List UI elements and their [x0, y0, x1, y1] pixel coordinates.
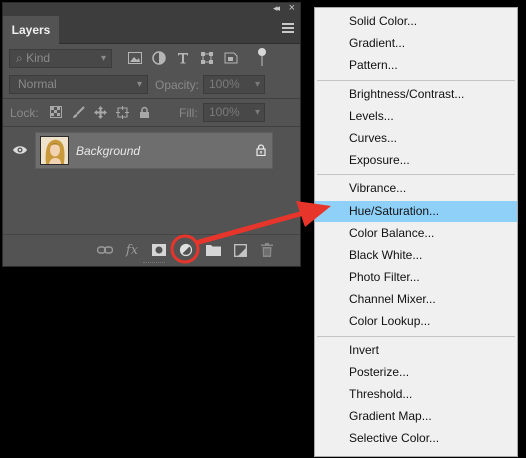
menu-item-gradient[interactable]: Gradient...: [315, 33, 517, 54]
adjustment-filter-icon[interactable]: [151, 50, 166, 65]
chevron-down-icon: ▾: [254, 79, 260, 90]
layer-lock-icon: [256, 144, 266, 156]
chevron-down-icon: ▾: [136, 79, 142, 90]
panel-menu-icon[interactable]: [282, 23, 294, 35]
opacity-label: Opacity:: [155, 78, 200, 92]
panel-tab-bar: Layers: [3, 16, 300, 44]
opacity-value: 100%: [209, 77, 240, 91]
layer-name: Background: [76, 144, 141, 158]
opacity-field[interactable]: 100% ▾: [203, 75, 265, 94]
menu-item-invert[interactable]: Invert: [315, 340, 517, 361]
new-group-icon[interactable]: [205, 242, 221, 258]
lock-transparent-icon[interactable]: [49, 104, 63, 120]
shape-filter-icon[interactable]: [199, 50, 214, 65]
menu-item-hue-saturation[interactable]: Hue/Saturation...: [315, 201, 517, 222]
add-mask-icon[interactable]: [151, 242, 167, 258]
blend-row: Normal ▾ Opacity: 100% ▾: [3, 71, 300, 98]
layer-thumbnail: [40, 136, 69, 165]
kind-filter-label: Kind: [26, 51, 51, 65]
filter-toggle-stem: [261, 56, 263, 66]
type-filter-icon[interactable]: [175, 50, 190, 65]
adjustment-layer-icon[interactable]: [178, 242, 194, 258]
fill-field[interactable]: 100% ▾: [203, 103, 265, 122]
lock-row: Lock: Fill: 100% ▾: [3, 99, 300, 126]
fill-label: Fill:: [179, 106, 198, 120]
layers-panel: ◂◂ × Layers ⌕ Kind ▾ Normal ▾ Opacity: 1…: [2, 2, 301, 267]
fill-value: 100%: [209, 105, 240, 119]
menu-item-color-balance[interactable]: Color Balance...: [315, 223, 517, 244]
close-icon[interactable]: ×: [289, 2, 295, 14]
kind-filter-select[interactable]: ⌕ Kind ▾: [9, 49, 112, 68]
search-icon: ⌕: [16, 51, 23, 65]
lock-label: Lock:: [10, 106, 39, 120]
divider: [3, 126, 300, 127]
chevron-down-icon: ▾: [100, 53, 106, 64]
menu-item-exposure[interactable]: Exposure...: [315, 150, 517, 171]
prevent-auto-nesting-icon[interactable]: [115, 104, 129, 120]
resize-grip[interactable]: [143, 262, 165, 265]
menu-separator: [317, 174, 515, 175]
panel-title-strip: ◂◂ ×: [3, 2, 300, 16]
trash-icon[interactable]: [259, 242, 275, 258]
menu-separator: [317, 80, 515, 81]
menu-item-selective-color[interactable]: Selective Color...: [315, 428, 517, 449]
smart-object-filter-icon[interactable]: [223, 50, 238, 65]
chevron-down-icon: ▾: [254, 107, 260, 118]
layers-bottom-toolbar: fx: [3, 234, 300, 266]
menu-item-gradient-map[interactable]: Gradient Map...: [315, 406, 517, 427]
lock-position-icon[interactable]: [93, 104, 107, 120]
menu-item-threshold[interactable]: Threshold...: [315, 384, 517, 405]
lock-image-icon[interactable]: [71, 104, 85, 120]
lock-all-icon[interactable]: [137, 104, 151, 120]
link-layers-icon[interactable]: [97, 242, 113, 258]
menu-item-photo-filter[interactable]: Photo Filter...: [315, 267, 517, 288]
filter-toggle-icon[interactable]: [258, 48, 266, 56]
menu-item-pattern[interactable]: Pattern...: [315, 55, 517, 76]
new-layer-icon[interactable]: [232, 242, 248, 258]
menu-item-vibrance[interactable]: Vibrance...: [315, 178, 517, 199]
menu-item-levels[interactable]: Levels...: [315, 106, 517, 127]
image-filter-icon[interactable]: [127, 50, 142, 65]
menu-item-posterize[interactable]: Posterize...: [315, 362, 517, 383]
layer-row-background[interactable]: Background: [35, 132, 273, 169]
blend-mode-select[interactable]: Normal ▾: [9, 75, 148, 94]
menu-item-channel-mixer[interactable]: Channel Mixer...: [315, 289, 517, 310]
eye-icon[interactable]: [13, 145, 27, 155]
menu-item-solid-color[interactable]: Solid Color...: [315, 11, 517, 32]
menu-item-brightness-contrast[interactable]: Brightness/Contrast...: [315, 84, 517, 105]
menu-item-black-white[interactable]: Black White...: [315, 245, 517, 266]
menu-separator: [317, 336, 515, 337]
menu-item-color-lookup[interactable]: Color Lookup...: [315, 311, 517, 332]
adjustment-layer-menu: Solid Color... Gradient... Pattern... Br…: [314, 7, 518, 457]
tab-layers[interactable]: Layers: [3, 16, 59, 44]
filter-row: ⌕ Kind ▾: [3, 44, 300, 71]
collapse-icon[interactable]: ◂◂: [273, 3, 280, 14]
blend-mode-value: Normal: [18, 77, 57, 91]
fx-icon[interactable]: fx: [124, 242, 140, 258]
menu-item-curves[interactable]: Curves...: [315, 128, 517, 149]
